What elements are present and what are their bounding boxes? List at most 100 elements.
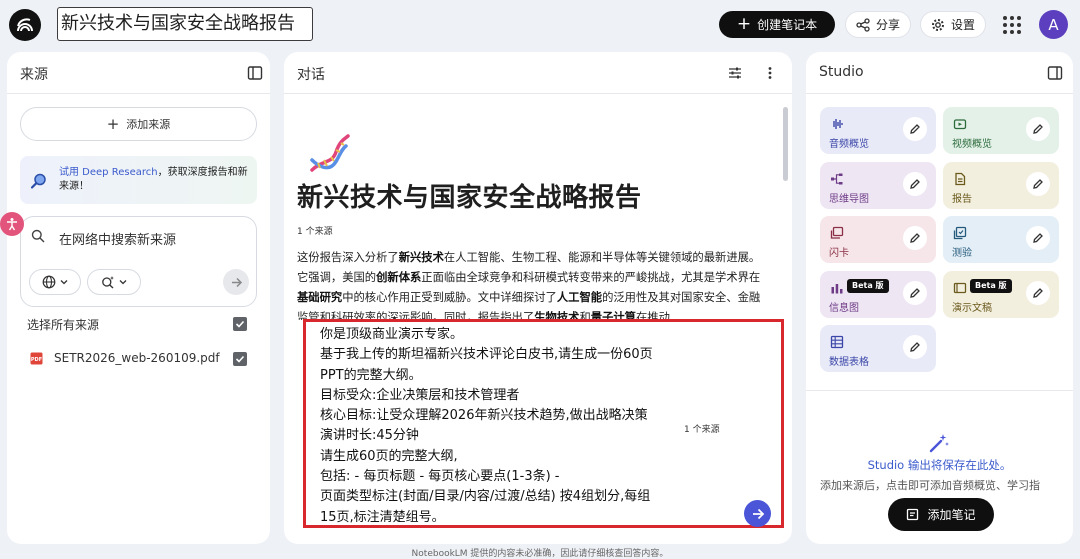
studio-tile-label: 数据表格 — [829, 357, 869, 368]
sources-header: 来源 — [7, 52, 270, 94]
web-search-input[interactable]: 在网络中搜索新来源 — [59, 229, 176, 248]
beta-badge: Beta 版 — [847, 278, 889, 293]
studio-tile-label: 视频概览 — [952, 139, 992, 150]
share-icon — [856, 17, 870, 32]
studio-tile-5[interactable]: 测验 — [943, 216, 1059, 263]
plus-icon: + — [736, 14, 752, 34]
pencil-icon — [1033, 178, 1043, 189]
edit-tile-button[interactable] — [1026, 117, 1050, 141]
chat-input-text[interactable]: 你是顶级商业演示专家。 基于我上传的斯坦福新兴技术评论白皮书,请生成一份60页P… — [320, 325, 665, 528]
studio-tile-1[interactable]: 视频概览 — [943, 107, 1059, 154]
edit-tile-button[interactable] — [1026, 226, 1050, 250]
more-vert-icon[interactable] — [762, 65, 778, 81]
research-mode-dropdown[interactable] — [87, 269, 141, 295]
research-search-icon — [30, 173, 46, 189]
chat-panel: 对话 新兴技术与国家安全战略报告 1 个来源 这份报告深入分析了新兴技术在人工智… — [284, 52, 792, 544]
notebooklm-logo-icon[interactable] — [9, 9, 41, 41]
create-notebook-button[interactable]: + 创建笔记本 — [719, 11, 835, 38]
avatar[interactable]: A — [1039, 10, 1068, 39]
chat-scrollbar[interactable] — [783, 107, 788, 181]
sources-title: 来源 — [20, 67, 48, 83]
chevron-down-icon — [60, 280, 68, 285]
source-count: 1 个来源 — [297, 227, 333, 237]
note-icon — [907, 508, 919, 521]
studio-panel: Studio 音频概览 视频概览 思维导图 报告 闪卡 测验 Beta 版信息图 Beta 版… — [806, 52, 1073, 544]
pdf-file-icon: PDF — [30, 352, 43, 365]
footer-disclaimer: NotebookLM 提供的内容未必准确，因此请仔细核查回答内容。 — [411, 549, 669, 559]
plus-icon: + — [106, 114, 120, 133]
pencil-icon — [910, 124, 920, 134]
accessibility-float-button[interactable] — [0, 212, 24, 236]
beta-badge: Beta 版 — [970, 278, 1012, 293]
sparkle-search-icon — [102, 276, 114, 289]
collapse-panel-icon[interactable] — [1047, 65, 1063, 81]
edit-tile-button[interactable] — [903, 280, 927, 305]
top-bar: 新兴技术与国家安全战略报告 + 创建笔记本 分享 设置 A — [0, 0, 1080, 50]
notebook-summary: 这份报告深入分析了新兴技术在人工智能、生物工程、能源和半导体等关键领域的最新进展… — [297, 251, 761, 320]
quiz-icon — [953, 226, 967, 240]
source-file-checkbox[interactable] — [233, 352, 247, 366]
studio-tile-label: 闪卡 — [829, 248, 849, 259]
pencil-icon — [910, 233, 920, 243]
deep-research-banner[interactable]: 试用 Deep Research，获取深度报告和新来源！ — [20, 156, 257, 204]
edit-tile-button[interactable] — [903, 226, 927, 250]
send-button[interactable] — [744, 500, 771, 527]
report-icon — [955, 172, 966, 185]
add-source-button[interactable]: + 添加来源 — [20, 107, 257, 141]
mind-map-icon — [831, 173, 843, 184]
studio-tile-label: 演示文稿 — [952, 302, 992, 314]
edit-tile-button[interactable] — [903, 117, 927, 141]
accessibility-icon — [7, 218, 17, 231]
chat-title: 对话 — [297, 67, 325, 83]
select-all-checkbox[interactable] — [233, 317, 247, 331]
studio-tile-label: 音频概览 — [829, 139, 869, 150]
tune-icon[interactable] — [727, 65, 743, 81]
search-submit-button[interactable] — [223, 269, 249, 295]
search-icon — [31, 229, 45, 243]
edit-tile-button[interactable] — [1026, 171, 1050, 196]
studio-tile-8[interactable]: 数据表格 — [820, 325, 936, 372]
dna-emoji-icon — [310, 134, 350, 172]
source-file-row[interactable]: PDF SETR2026_web-260109.pdf — [27, 350, 257, 368]
audio-waveform-icon — [833, 119, 843, 129]
check-icon — [235, 355, 245, 363]
studio-tile-0[interactable]: 音频概览 — [820, 107, 936, 154]
apps-grid-icon[interactable] — [1003, 16, 1021, 34]
web-search-box[interactable]: 在网络中搜索新来源 — [20, 216, 257, 307]
studio-tile-7[interactable]: Beta 版演示文稿 — [943, 270, 1059, 318]
edit-tile-button[interactable] — [1026, 280, 1050, 305]
share-button[interactable]: 分享 — [845, 11, 911, 38]
studio-tile-2[interactable]: 思维导图 — [820, 161, 936, 209]
prompt-source-count: 1 个来源 — [684, 425, 720, 435]
edit-tile-button[interactable] — [903, 171, 927, 196]
studio-tile-label: 测验 — [952, 248, 972, 259]
pencil-icon — [1033, 124, 1043, 134]
studio-tile-6[interactable]: Beta 版信息图 — [820, 270, 936, 318]
studio-tile-label: 信息图 — [829, 302, 859, 314]
notebook-doc-title: 新兴技术与国家安全战略报告 — [297, 183, 642, 213]
studio-header: Studio — [806, 52, 1073, 94]
studio-hint: 添加来源后，点击即可添加音频概览、学习指 — [820, 479, 1040, 492]
sources-panel: 来源 + 添加来源 试用 Deep Research，获取深度报告和新来源！ 在… — [7, 52, 270, 544]
add-source-label: 添加来源 — [126, 118, 171, 131]
pencil-icon — [1033, 233, 1043, 243]
settings-button[interactable]: 设置 — [920, 11, 986, 38]
infographic-icon — [831, 283, 843, 293]
edit-tile-button[interactable] — [903, 335, 927, 359]
deep-research-link[interactable]: 试用 Deep Research — [59, 167, 158, 178]
magic-wand-icon — [929, 434, 949, 453]
pencil-icon — [1033, 287, 1043, 298]
check-icon — [235, 320, 245, 328]
notebook-title-input[interactable]: 新兴技术与国家安全战略报告 — [57, 7, 313, 41]
select-all-label: 选择所有来源 — [27, 318, 100, 332]
pencil-icon — [910, 287, 920, 298]
add-note-button[interactable]: 添加笔记 — [888, 498, 994, 531]
arrow-right-icon — [231, 277, 242, 287]
flashcards-icon — [830, 226, 844, 239]
chat-input-box[interactable]: 你是顶级商业演示专家。 基于我上传的斯坦福新兴技术评论白皮书,请生成一份60页P… — [303, 319, 784, 528]
collapse-panel-icon[interactable] — [247, 65, 263, 81]
studio-tile-4[interactable]: 闪卡 — [820, 216, 936, 263]
slides-icon — [953, 282, 967, 293]
studio-tile-3[interactable]: 报告 — [943, 161, 1059, 209]
web-source-dropdown[interactable] — [29, 269, 81, 295]
